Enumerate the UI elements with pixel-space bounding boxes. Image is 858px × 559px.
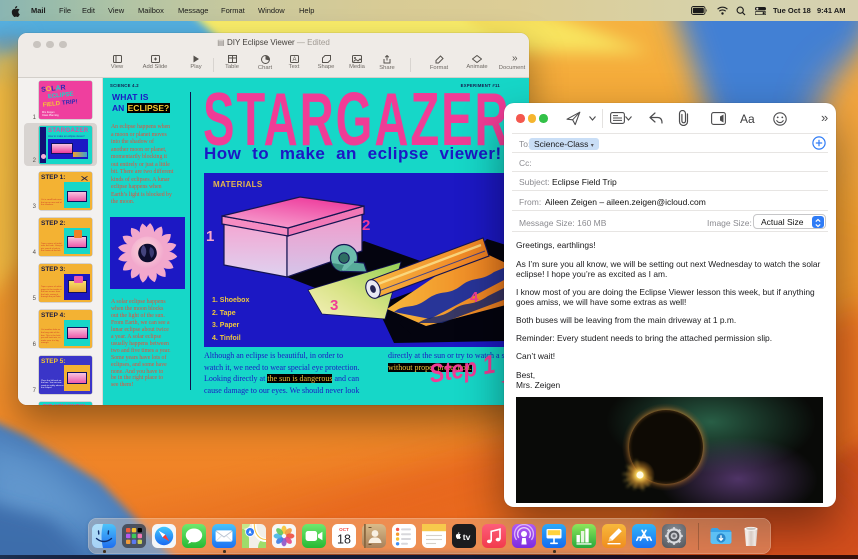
svg-text:tv: tv [463, 532, 471, 542]
svg-text:18: 18 [337, 533, 351, 547]
svg-text:A: A [292, 57, 296, 63]
svg-text:OCT: OCT [339, 527, 349, 532]
